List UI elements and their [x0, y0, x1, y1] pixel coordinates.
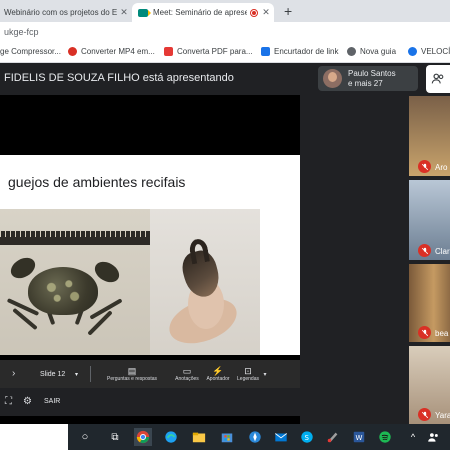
bookmark-label: Converta PDF para... [177, 47, 253, 56]
captions-label: Legendas [237, 376, 259, 382]
bookmark-velocim[interactable]: VELOCÍM [408, 47, 450, 56]
gear-icon[interactable]: ⚙ [23, 396, 32, 407]
tab-meet[interactable]: Meet: Seminário de apresent ✕ [132, 3, 274, 22]
qa-label: Perguntas e respostas [106, 376, 158, 382]
globe-icon [347, 47, 356, 56]
chevron-down-icon: ▾ [74, 371, 78, 378]
participant-name: Aro [435, 163, 448, 172]
participant-name: Clar [435, 247, 450, 256]
taskbar: ○ ⧉ S W ^ [0, 424, 450, 450]
next-slide-icon[interactable]: › [12, 368, 15, 379]
pointer-button[interactable]: ⚡ Apontador [204, 360, 232, 388]
bookmark-pdf[interactable]: Converta PDF para... [164, 47, 253, 56]
slide-title: guejos de ambientes recifais [8, 174, 186, 190]
chrome-icon[interactable] [134, 428, 152, 446]
pointer-label: Apontador [206, 376, 230, 382]
mic-off-icon [418, 244, 431, 257]
qa-button[interactable]: ▤ Perguntas e respostas [96, 360, 168, 388]
chevron-down-icon: ▾ [263, 371, 267, 378]
tab-title: Meet: Seminário de apresent [153, 8, 247, 17]
people-icon[interactable] [424, 428, 442, 446]
bookmark-label: Nova guia [360, 47, 397, 56]
pointer-icon: ⚡ [212, 366, 224, 376]
meet-icon [138, 8, 151, 17]
participant-name: bea [435, 329, 449, 338]
people-button[interactable] [426, 65, 450, 93]
close-tab-icon[interactable]: ✕ [261, 7, 271, 18]
tab-title: Webinário com os projetos do E [4, 8, 118, 17]
bookmark-link-shortener[interactable]: Encurtador de link [261, 47, 338, 56]
slide-selector[interactable]: Slide 12 ▾ [34, 365, 84, 383]
bookmarks-bar: ge Compressor... Converter MP4 em... Con… [0, 43, 450, 63]
converter-icon [68, 47, 77, 56]
chevron-up-icon[interactable]: ^ [404, 428, 422, 446]
presentation-controls: ⛶ ⚙ SAIR [0, 388, 300, 416]
skype-icon[interactable]: S [298, 428, 316, 446]
taskbar-search[interactable] [0, 424, 68, 450]
store-icon[interactable] [218, 428, 236, 446]
paint-icon[interactable] [324, 428, 342, 446]
tab-strip: Webinário com os projetos do E ✕ Meet: S… [0, 0, 450, 22]
presenter-others: e mais 27 [348, 79, 383, 88]
pdf-heart-icon [164, 47, 173, 56]
bookmark-label: ge Compressor... [0, 47, 61, 56]
bookmark-label: VELOCÍM [421, 47, 450, 56]
mic-off-icon [418, 408, 431, 421]
participant-name: Yara [435, 411, 450, 420]
close-tab-icon[interactable]: ✕ [119, 7, 129, 18]
participant-tile[interactable]: Yara [409, 346, 450, 424]
compass-icon[interactable] [246, 428, 264, 446]
notes-label: Anotações [175, 376, 199, 382]
captions-button[interactable]: ⊡ Legendas [234, 360, 262, 388]
avatar [323, 69, 342, 88]
slide-toolbar: › Slide 12 ▾ ▤ Perguntas e respostas ▭ A… [0, 360, 300, 388]
mic-off-icon [418, 160, 431, 173]
crab-photo [0, 209, 150, 355]
participant-tile[interactable]: Aro [409, 96, 450, 176]
edge-icon[interactable] [162, 428, 180, 446]
speed-icon [408, 47, 417, 56]
bookmark-label: Encurtador de link [274, 47, 339, 56]
crab-claw-photo [150, 209, 260, 355]
presenter-name: Paulo Santos [348, 69, 396, 78]
bookmark-nova-guia[interactable]: Nova guia [347, 47, 396, 56]
bookmark-label: Converter MP4 em... [81, 47, 155, 56]
presentation-slide: guejos de ambientes recifais [0, 155, 300, 355]
notes-button[interactable]: ▭ Anotações [172, 360, 202, 388]
task-view-icon[interactable]: ⧉ [106, 428, 124, 446]
fullscreen-icon[interactable]: ⛶ [5, 396, 12, 407]
exit-button[interactable]: SAIR [44, 398, 60, 405]
slide-number: Slide 12 [40, 370, 66, 378]
presenter-info: Paulo Santos e mais 27 [348, 69, 396, 89]
mic-off-icon [418, 326, 431, 339]
word-icon[interactable]: W [350, 428, 368, 446]
notes-icon: ▭ [182, 366, 192, 376]
screen: { "browser": { "tabs": [ {"title": "Webi… [0, 0, 450, 450]
url-text: ukge-fcp [4, 27, 39, 37]
folder-icon[interactable] [190, 428, 208, 446]
bookmark-converter-mp4[interactable]: Converter MP4 em... [68, 47, 155, 56]
spotify-icon[interactable] [376, 428, 394, 446]
qa-icon: ▤ [127, 366, 137, 376]
participant-tile[interactable]: Clar [409, 180, 450, 260]
recording-icon [250, 8, 258, 17]
ruler-image [0, 231, 150, 245]
svg-text:S: S [305, 434, 310, 442]
participant-tile[interactable]: bea [409, 264, 450, 342]
captions-icon: ⊡ [244, 366, 252, 376]
people-icon [431, 73, 444, 84]
meet-header: FIDELIS DE SOUZA FILHO está apresentando… [0, 63, 450, 95]
divider [90, 366, 91, 382]
presenting-banner: FIDELIS DE SOUZA FILHO está apresentando [4, 72, 234, 84]
address-bar[interactable]: ukge-fcp [0, 22, 450, 43]
link-icon [261, 47, 270, 56]
tab-webinar[interactable]: Webinário com os projetos do E ✕ [0, 3, 132, 22]
presenter-pill[interactable]: Paulo Santos e mais 27 [318, 66, 418, 91]
mail-icon[interactable] [272, 428, 290, 446]
captions-menu-button[interactable]: ▾ [260, 360, 270, 388]
svg-text:W: W [356, 434, 363, 442]
bookmark-compressor[interactable]: ge Compressor... [0, 47, 61, 56]
cortana-icon[interactable]: ○ [76, 428, 94, 446]
new-tab-button[interactable]: + [284, 3, 292, 19]
